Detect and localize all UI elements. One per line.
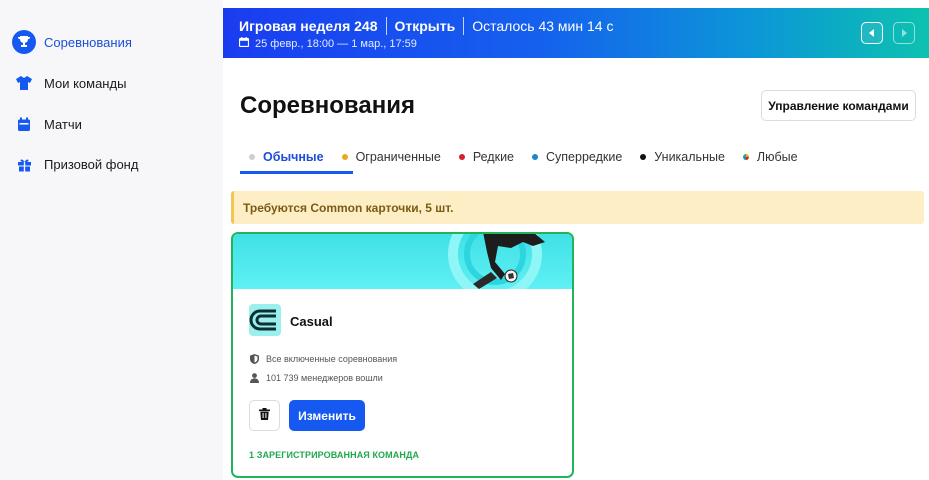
- gameweek-title: Игровая неделя 248: [239, 18, 378, 34]
- tab-label: Редкие: [472, 150, 515, 164]
- shirt-icon: [12, 71, 36, 95]
- sidebar: Соревнования Мои команды Матчи Призовой …: [0, 0, 223, 480]
- common-dot-icon: [249, 154, 255, 160]
- previous-gameweek-button[interactable]: [861, 22, 883, 44]
- gameweek-status: Открыть: [394, 18, 456, 34]
- footballer-illustration: [448, 234, 545, 289]
- competition-card[interactable]: Casual Все включенные соревнования 101 7…: [231, 232, 574, 478]
- user-icon: [249, 373, 259, 383]
- managers-text: 101 739 менеджеров вошли: [266, 373, 383, 383]
- shield-icon: [249, 354, 259, 364]
- calendar-icon: [12, 112, 36, 136]
- delete-button[interactable]: [249, 400, 280, 431]
- sidebar-item-label: Призовой фонд: [44, 156, 139, 172]
- sidebar-item-my-teams[interactable]: Мои команды: [12, 70, 126, 96]
- competition-scope: Все включенные соревнования: [249, 354, 397, 364]
- notice-text: Требуются Common карточки, 5 шт.: [243, 200, 454, 215]
- calendar-icon: [238, 37, 250, 50]
- gameweek-banner: Игровая неделя 248 Открыть Осталось 43 м…: [223, 8, 929, 58]
- sidebar-item-matches[interactable]: Матчи: [12, 111, 82, 137]
- active-tab-indicator: [240, 171, 353, 174]
- tab-label: Любые: [756, 150, 798, 164]
- rare-dot-icon: [458, 154, 465, 160]
- tab-super-rare[interactable]: Суперредкие: [532, 148, 622, 166]
- tab-limited[interactable]: Ограниченные: [341, 148, 441, 166]
- trash-icon: [259, 407, 270, 425]
- tab-label: Ограниченные: [355, 150, 441, 164]
- limited-dot-icon: [341, 154, 348, 160]
- tab-unique[interactable]: Уникальные: [640, 148, 725, 166]
- competition-managers: 101 739 менеджеров вошли: [249, 373, 383, 383]
- gameweek-dates-row: 25 февр., 18:00 — 1 мар., 17:59: [238, 37, 417, 50]
- sidebar-item-label: Соревнования: [44, 34, 132, 50]
- tab-label: Суперредкие: [546, 150, 623, 164]
- unique-dot-icon: [640, 154, 647, 160]
- tab-any[interactable]: Любые: [742, 148, 798, 166]
- card-hero-image: [233, 234, 572, 289]
- edit-button[interactable]: Изменить: [289, 400, 365, 431]
- tab-common[interactable]: Обычные: [249, 148, 324, 166]
- multicolor-dot-icon: [742, 154, 749, 160]
- registered-teams-link[interactable]: 1 ЗАРЕГИСТРИРОВАННАЯ КОМАНДА: [249, 450, 419, 460]
- gift-icon: [12, 152, 36, 176]
- trophy-icon: [12, 30, 36, 54]
- page-title: Соревнования: [240, 92, 415, 119]
- chevron-left-icon: [869, 24, 875, 42]
- tab-label: Обычные: [263, 150, 324, 164]
- super-rare-dot-icon: [532, 154, 539, 160]
- gameweek-dates: 25 февр., 18:00 — 1 мар., 17:59: [255, 37, 417, 50]
- competition-title: Casual: [290, 314, 333, 329]
- competition-logo: [249, 304, 281, 336]
- divider: [385, 17, 387, 35]
- scope-text: Все включенные соревнования: [266, 354, 398, 364]
- tab-rare[interactable]: Редкие: [458, 148, 515, 166]
- sidebar-item-label: Матчи: [44, 116, 82, 132]
- manage-teams-button[interactable]: Управление командами: [761, 90, 916, 121]
- requirement-notice: Требуются Common карточки, 5 шт.: [231, 191, 924, 224]
- next-gameweek-button[interactable]: [893, 22, 915, 44]
- sidebar-item-label: Мои команды: [44, 75, 127, 91]
- sidebar-item-prize-pool[interactable]: Призовой фонд: [12, 151, 138, 177]
- gameweek-info: Игровая неделя 248 Открыть Осталось 43 м…: [239, 17, 613, 35]
- sidebar-item-competitions[interactable]: Соревнования: [12, 29, 132, 55]
- divider: [463, 17, 465, 35]
- tab-label: Уникальные: [654, 150, 725, 164]
- chevron-right-icon: [901, 24, 907, 42]
- countdown: Осталось 43 мин 14 с: [472, 18, 614, 34]
